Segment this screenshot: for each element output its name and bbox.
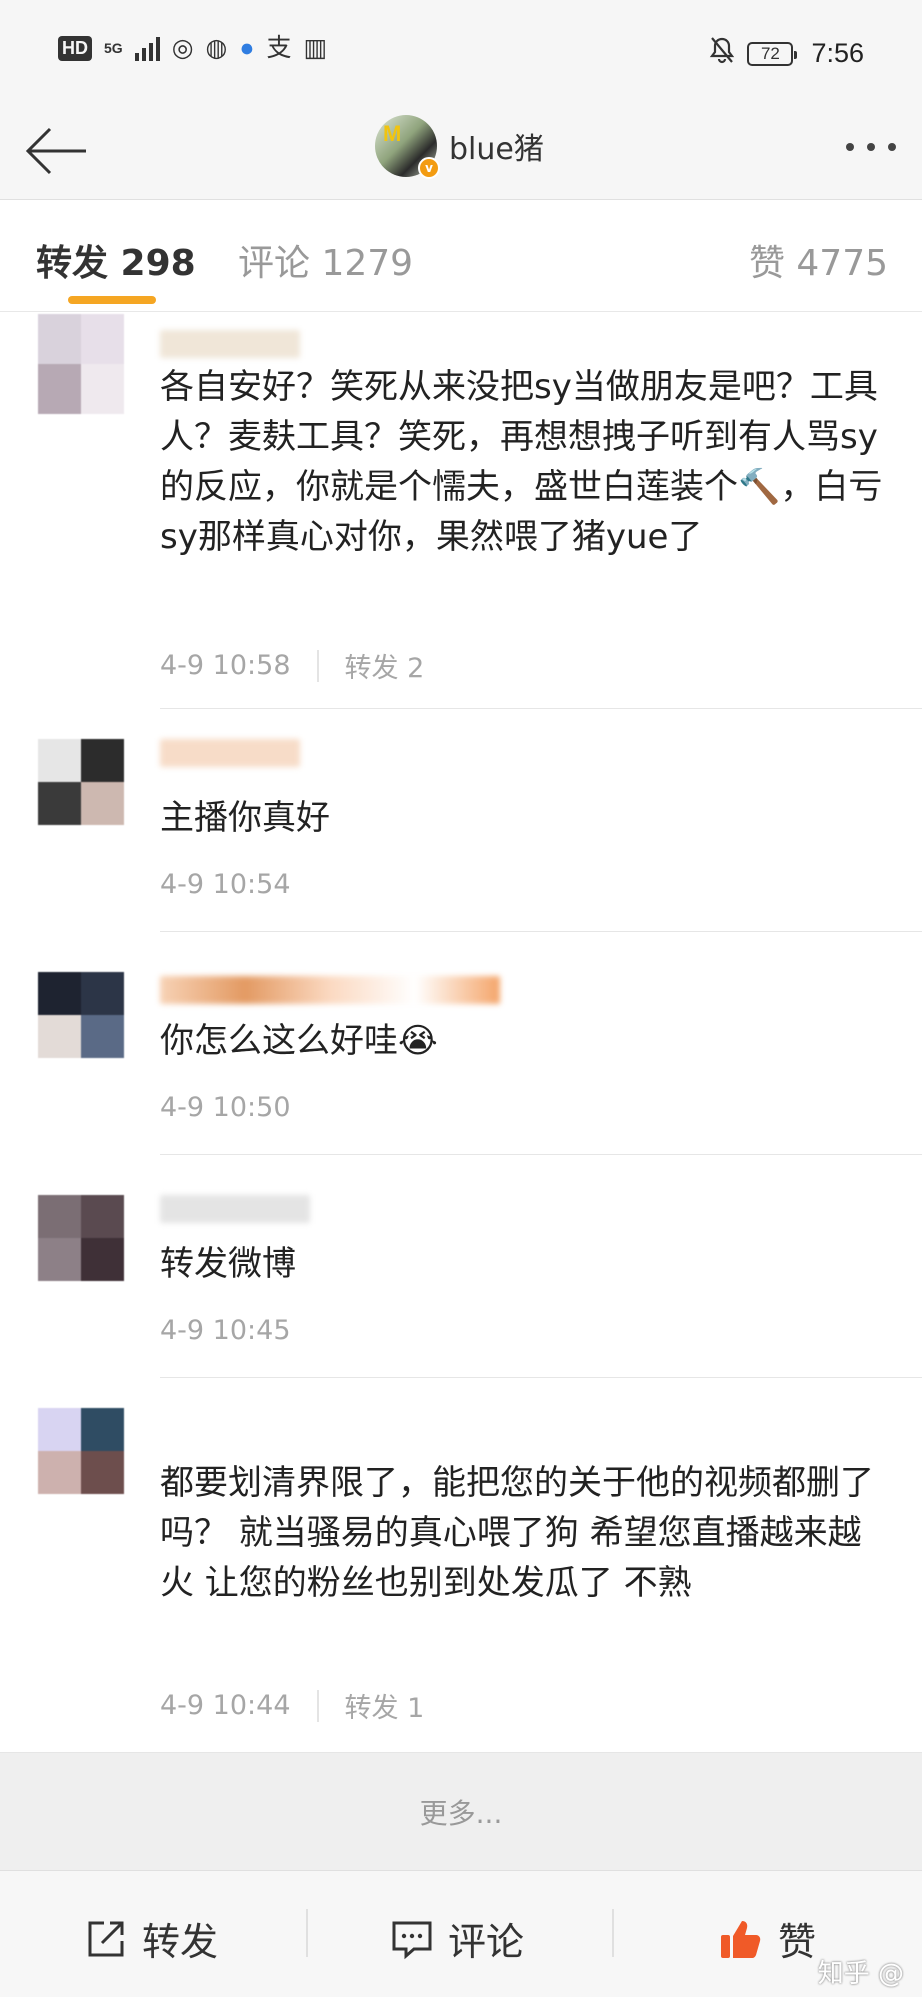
verified-badge-icon: v (418, 157, 440, 179)
avatar[interactable] (38, 314, 124, 414)
username-blurred[interactable] (160, 739, 300, 767)
tab-repost[interactable]: 转发 298 (36, 234, 196, 286)
avatar[interactable] (38, 972, 124, 1058)
profile-header[interactable]: M v blue猪 (375, 115, 544, 179)
comment-text: 主播你真好 (160, 798, 330, 838)
list-item[interactable]: 你怎么这么好哇😭 4-9 10:50 (0, 932, 922, 1155)
status-icons-right: 72 7:56 (709, 36, 864, 71)
tab-bar: 转发 298 评论 1279 赞 4775 (0, 200, 922, 312)
comment-text: 都要划清界限了，能把您的关于他的视频都删了吗？ 就当骚易的真心喂了狗 希望您直播… (160, 1463, 874, 1603)
dot-icon (846, 143, 854, 151)
like-label: 赞 (778, 1920, 817, 1964)
comment-text: 转发微博 (160, 1244, 296, 1284)
network-label: 5G (104, 40, 123, 56)
comment-text: 你怎么这么好哇😭 (160, 1021, 438, 1061)
more-options-button[interactable] (846, 143, 896, 151)
alipay-icon: 支 (266, 34, 292, 62)
load-more-button[interactable]: 更多... (0, 1752, 922, 1870)
mute-bell-icon (709, 36, 735, 71)
list-item[interactable]: 各自安好？笑死从来没把sy当做朋友是吧？工具人？麦麸工具？笑死，再想想拽子听到有… (0, 312, 922, 709)
comment-meta: 4-9 10:58 转发 2 (160, 646, 424, 685)
bottom-toolbar: 转发 评论 赞 知乎 @ (0, 1870, 922, 1997)
nav-bar: M v blue猪 (0, 105, 922, 200)
comment-time: 4-9 10:50 (160, 1092, 291, 1123)
divider (316, 649, 319, 682)
browser-icon: ● (239, 34, 255, 62)
dot-icon (867, 143, 875, 151)
repost-button[interactable]: 转发 (84, 1911, 218, 1966)
username-blurred[interactable] (160, 1195, 310, 1223)
username-blurred[interactable] (160, 976, 500, 1004)
avatar[interactable]: M v (375, 115, 440, 179)
list-item[interactable]: 转发微博 4-9 10:45 (0, 1155, 922, 1378)
tab-comment[interactable]: 评论 1279 (238, 234, 413, 286)
status-icons-left: HD 5G ◎ ◍ ● 支 ▥ (58, 35, 327, 61)
thumbs-up-icon (721, 1920, 761, 1958)
page-title: blue猪 (449, 132, 544, 167)
share-icon (88, 1921, 124, 1956)
comment-repost-count[interactable]: 转发 2 (345, 646, 425, 685)
comment-time: 4-9 10:45 (160, 1315, 291, 1346)
divider (306, 1909, 308, 1957)
battery-icon: 72 (747, 41, 798, 66)
back-button[interactable] (22, 121, 92, 181)
comment-meta: 4-9 10:45 (160, 1315, 291, 1346)
like-button[interactable]: 赞 (718, 1911, 816, 1966)
mcdonalds-logo-icon: M (383, 121, 402, 146)
weibo-icon: ◎ (171, 34, 194, 62)
avatar[interactable] (38, 1408, 124, 1494)
comment-button[interactable]: 评论 (390, 1911, 524, 1966)
comment-text: 各自安好？笑死从来没把sy当做朋友是吧？工具人？麦麸工具？笑死，再想想拽子听到有… (160, 367, 883, 557)
list-item[interactable]: 主播你真好 4-9 10:54 (0, 709, 922, 932)
avatar[interactable] (38, 739, 124, 825)
comment-meta: 4-9 10:50 (160, 1092, 291, 1123)
username-blurred[interactable] (160, 330, 300, 358)
comment-list: 各自安好？笑死从来没把sy当做朋友是吧？工具人？麦麸工具？笑死，再想想拽子听到有… (0, 312, 922, 1752)
watermark: 知乎 @ (817, 1959, 904, 1989)
active-tab-indicator (68, 296, 156, 304)
dot-icon (888, 143, 896, 151)
signal-icon (134, 35, 160, 61)
comment-time: 4-9 10:58 (160, 650, 291, 681)
list-item[interactable]: 都要划清界限了，能把您的关于他的视频都删了吗？ 就当骚易的真心喂了狗 希望您直播… (0, 1378, 922, 1752)
status-bar: HD 5G ◎ ◍ ● 支 ▥ 72 7:56 (0, 0, 922, 105)
book-icon: ▥ (303, 34, 328, 62)
comment-bubble-icon (392, 1921, 432, 1959)
tab-like[interactable]: 赞 4775 (749, 234, 888, 286)
arrow-left-icon (25, 127, 86, 175)
repost-label: 转发 (142, 1920, 219, 1964)
divider (316, 1689, 319, 1722)
comment-repost-count[interactable]: 转发 1 (345, 1686, 425, 1725)
wechat-icon: ◍ (205, 34, 228, 62)
comment-meta: 4-9 10:44 转发 1 (160, 1686, 424, 1725)
status-time: 7:56 (811, 38, 864, 68)
comment-time: 4-9 10:44 (160, 1690, 291, 1721)
hd-icon: HD (58, 35, 92, 61)
avatar[interactable] (38, 1195, 124, 1281)
comment-meta: 4-9 10:54 (160, 869, 291, 900)
divider (612, 1909, 614, 1957)
comment-label: 评论 (448, 1920, 525, 1964)
comment-time: 4-9 10:54 (160, 869, 291, 900)
